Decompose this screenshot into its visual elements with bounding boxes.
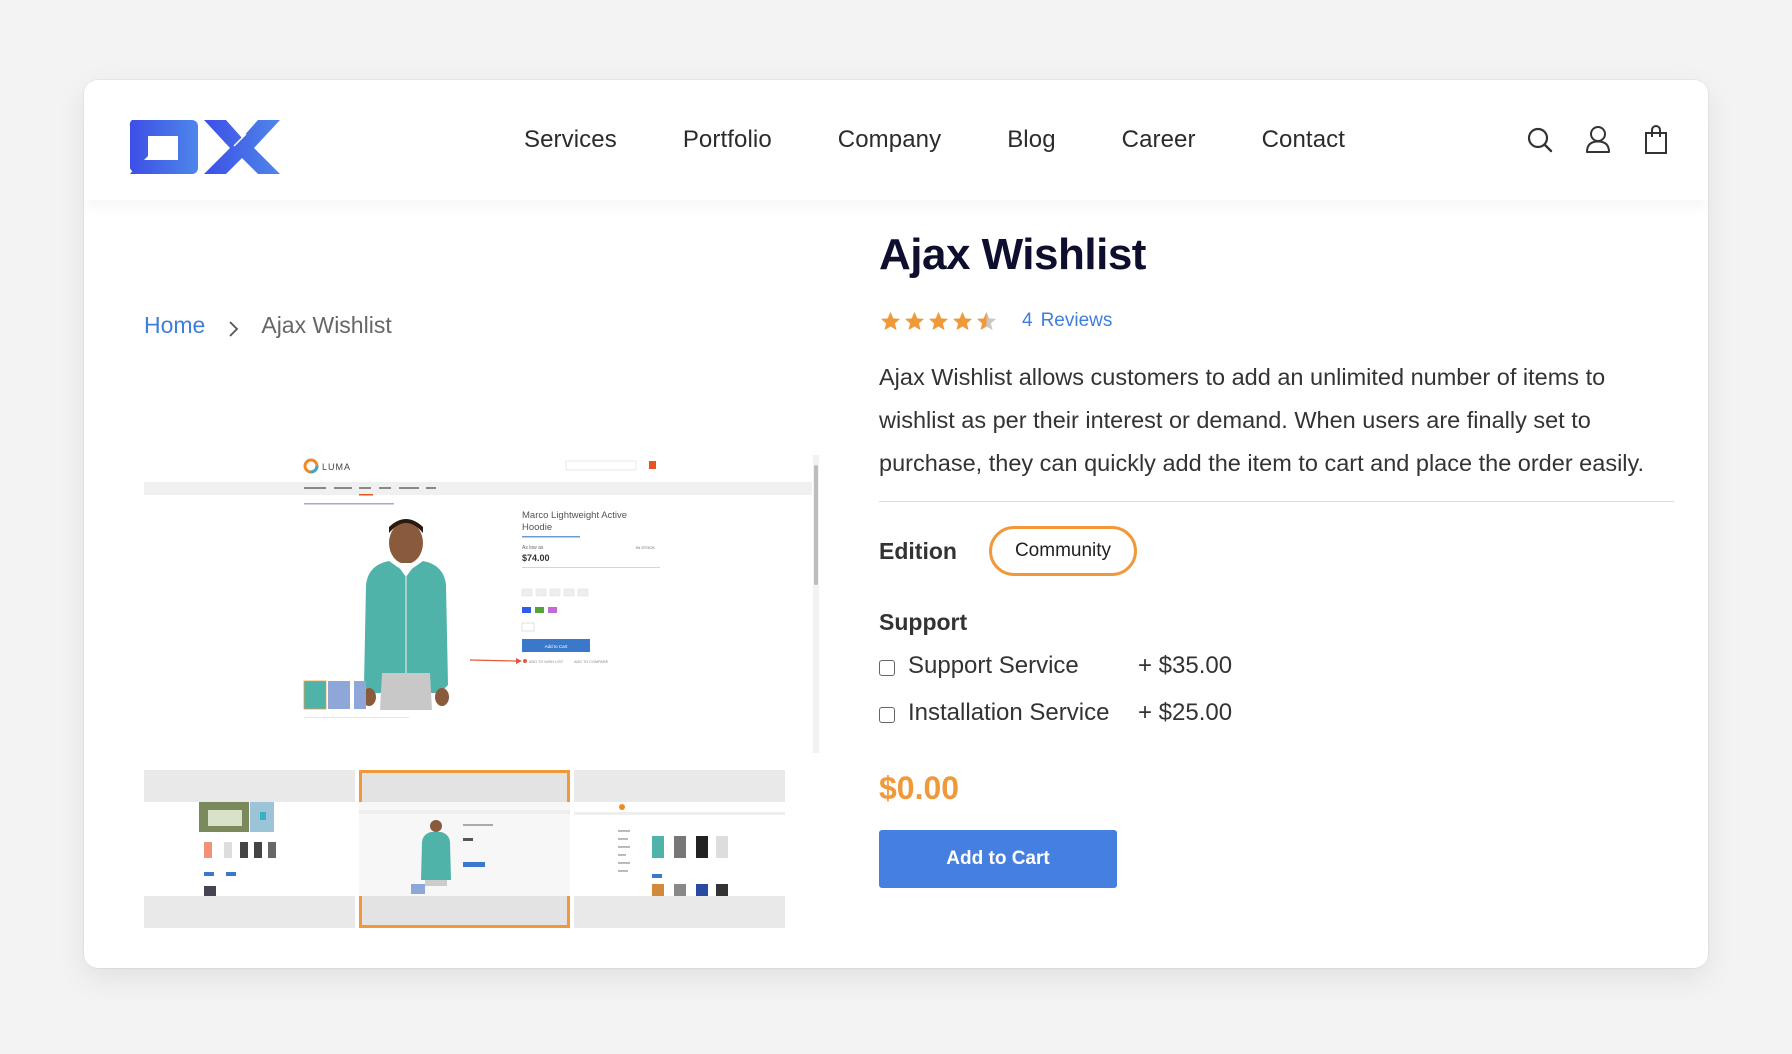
thumbnail-catalog-grid[interactable] (574, 770, 785, 928)
svg-text:IN STOCK: IN STOCK (636, 545, 655, 550)
svg-text:Hoodie: Hoodie (522, 522, 552, 533)
shopping-bag-icon[interactable] (1642, 124, 1670, 156)
installation-service-option[interactable]: Installation Service + $25.00 (879, 699, 1232, 727)
nav-contact[interactable]: Contact (1262, 126, 1345, 154)
reviews-link[interactable]: 4 Reviews (1022, 310, 1112, 332)
star-half-icon (976, 311, 997, 331)
svg-text:$74.00: $74.00 (522, 553, 550, 563)
luma-brand: LUMA (322, 462, 351, 472)
page-card: Services Portfolio Company Blog Career C… (84, 80, 1708, 968)
star-full-icon (904, 311, 925, 331)
svg-text:Marco Lightweight Active: Marco Lightweight Active (522, 510, 627, 521)
site-header: Services Portfolio Company Blog Career C… (84, 80, 1708, 200)
breadcrumb: Home Ajax Wishlist (144, 312, 392, 339)
svg-text:ADD TO COMPARE: ADD TO COMPARE (574, 660, 609, 664)
support-service-option[interactable]: Support Service + $35.00 (879, 652, 1232, 680)
svg-text:Add to Cart: Add to Cart (545, 644, 569, 649)
thumbnail-strip (144, 770, 785, 928)
main-nav: Services Portfolio Company Blog Career C… (524, 80, 1345, 200)
thumbnail-product-page[interactable] (359, 770, 570, 928)
add-to-cart-button[interactable]: Add to Cart (879, 830, 1117, 888)
svg-text:ADD TO WISH LIST: ADD TO WISH LIST (529, 660, 564, 664)
installation-service-checkbox[interactable] (879, 707, 895, 723)
nav-blog[interactable]: Blog (1007, 126, 1055, 154)
search-icon[interactable] (1526, 124, 1554, 156)
edition-label: Edition (879, 538, 957, 564)
divider (879, 501, 1674, 502)
image-scrollbar[interactable] (813, 455, 819, 753)
support-title: Support (879, 609, 968, 635)
breadcrumb-home[interactable]: Home (144, 312, 205, 339)
support-service-checkbox[interactable] (879, 660, 895, 676)
nav-portfolio[interactable]: Portfolio (683, 126, 772, 154)
breadcrumb-current: Ajax Wishlist (261, 312, 392, 338)
star-full-icon (880, 311, 901, 331)
svg-text:As low as: As low as (522, 545, 544, 551)
ox-logo[interactable] (126, 118, 280, 176)
product-title: Ajax Wishlist (879, 230, 1146, 279)
thumbnail-category-listing[interactable] (144, 770, 355, 928)
total-price: $0.00 (879, 770, 960, 806)
star-full-icon (928, 311, 949, 331)
main-product-image[interactable]: LUMA Marco Lightweight Active Hoodie As … (144, 455, 819, 755)
support-service-price: + $35.00 (1138, 652, 1233, 679)
nav-services[interactable]: Services (524, 126, 617, 154)
product-rating: 4 Reviews (879, 310, 1112, 332)
star-full-icon (952, 311, 973, 331)
nav-career[interactable]: Career (1122, 126, 1196, 154)
support-service-label: Support Service (908, 652, 1079, 679)
luma-product-page-screenshot: LUMA Marco Lightweight Active Hoodie As … (144, 458, 812, 718)
chevron-right-icon (227, 317, 239, 337)
installation-service-price: + $25.00 (1138, 699, 1233, 726)
header-actions (1526, 124, 1670, 156)
installation-service-label: Installation Service (908, 699, 1110, 726)
edition-option-community[interactable]: Community (989, 526, 1137, 576)
star-rating (879, 310, 998, 332)
nav-company[interactable]: Company (838, 126, 941, 154)
product-description: Ajax Wishlist allows customers to add an… (879, 364, 1645, 476)
user-icon[interactable] (1584, 124, 1612, 156)
